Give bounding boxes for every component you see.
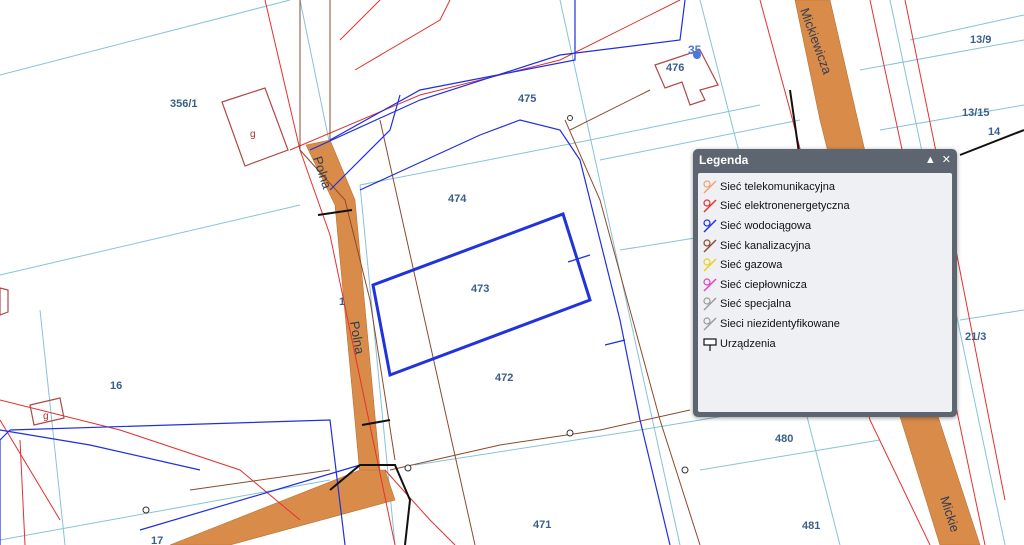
parcel-label: 16 bbox=[110, 380, 122, 392]
parcel-label: 472 bbox=[495, 372, 513, 384]
legend-item: Sieci niezidentyfikowane bbox=[702, 314, 952, 334]
legend-item: Sieć specjalna bbox=[702, 295, 952, 315]
legend-controls: ▲ ✕ bbox=[925, 154, 951, 166]
parcel-label: 14 bbox=[988, 126, 1001, 138]
legend-item-label: Sieć kanalizacyjna bbox=[720, 239, 811, 252]
line-symbol-icon bbox=[703, 180, 717, 194]
legend-item: Sieć gazowa bbox=[702, 255, 952, 275]
parcel-label: 481 bbox=[802, 520, 820, 532]
parcel-label: 13/9 bbox=[970, 34, 991, 46]
line-symbol-icon bbox=[703, 258, 717, 272]
legend-item-label: Sieć wodociągowa bbox=[720, 219, 812, 232]
legend-item: Sieć telekomunikacyjna bbox=[702, 177, 952, 197]
legend-item-label: Sieci niezidentyfikowane bbox=[720, 317, 840, 330]
legend-item: Sieć elektronenergetyczna bbox=[702, 197, 952, 217]
legend-title: Legenda bbox=[699, 153, 749, 167]
line-symbol-icon bbox=[703, 297, 717, 311]
parcel-label: 473 bbox=[471, 283, 489, 295]
parcel-label: 356/1 bbox=[170, 98, 198, 110]
parcel-label: 471 bbox=[533, 519, 551, 531]
legend-titlebar[interactable]: Legenda ▲ ✕ bbox=[693, 149, 957, 171]
device-sign-icon bbox=[703, 337, 717, 351]
legend-item-label: Urządzenia bbox=[720, 337, 776, 350]
parcel-label: 475 bbox=[518, 93, 536, 105]
legend-item-label: Sieć elektronenergetyczna bbox=[720, 200, 850, 213]
legend-item: Sieć ciepłownicza bbox=[702, 275, 952, 295]
sewer-lines bbox=[189, 0, 701, 545]
line-symbol-icon bbox=[703, 317, 717, 331]
triangle-up-icon[interactable]: ▲ bbox=[925, 154, 936, 166]
building-label-g: g bbox=[43, 411, 49, 422]
legend-panel: Legenda ▲ ✕ Sieć telekomunikacyjna Sieć … bbox=[693, 149, 957, 417]
parcel-label: 1 bbox=[339, 296, 345, 308]
line-symbol-icon bbox=[703, 219, 717, 233]
legend-body: Sieć telekomunikacyjna Sieć elektronener… bbox=[698, 173, 952, 412]
legend-item-label: Sieć ciepłownicza bbox=[720, 278, 807, 291]
legend-item-label: Sieć gazowa bbox=[720, 259, 783, 272]
parcel-label: 13/15 bbox=[962, 107, 990, 119]
parcel-label: 480 bbox=[775, 433, 793, 445]
parcel-label: 474 bbox=[448, 193, 467, 205]
line-symbol-icon bbox=[703, 238, 717, 253]
legend-item: Sieć wodociągowa bbox=[702, 216, 952, 236]
manholes bbox=[142, 115, 689, 514]
line-symbol-icon bbox=[703, 199, 717, 213]
parcel-label: 17 bbox=[151, 535, 163, 545]
close-icon[interactable]: ✕ bbox=[942, 154, 951, 166]
building-label-g: g bbox=[250, 129, 256, 140]
legend-item-label: Sieć specjalna bbox=[720, 298, 791, 311]
parcel-label: 476 bbox=[666, 62, 684, 74]
line-symbol-icon bbox=[703, 278, 717, 292]
legend-item: Urządzenia bbox=[702, 334, 952, 354]
legend-item-label: Sieć telekomunikacyjna bbox=[720, 180, 835, 193]
legend-item: Sieć kanalizacyjna bbox=[702, 236, 952, 256]
house-number: 35 bbox=[688, 43, 702, 57]
parcel-label: 21/3 bbox=[965, 331, 986, 343]
